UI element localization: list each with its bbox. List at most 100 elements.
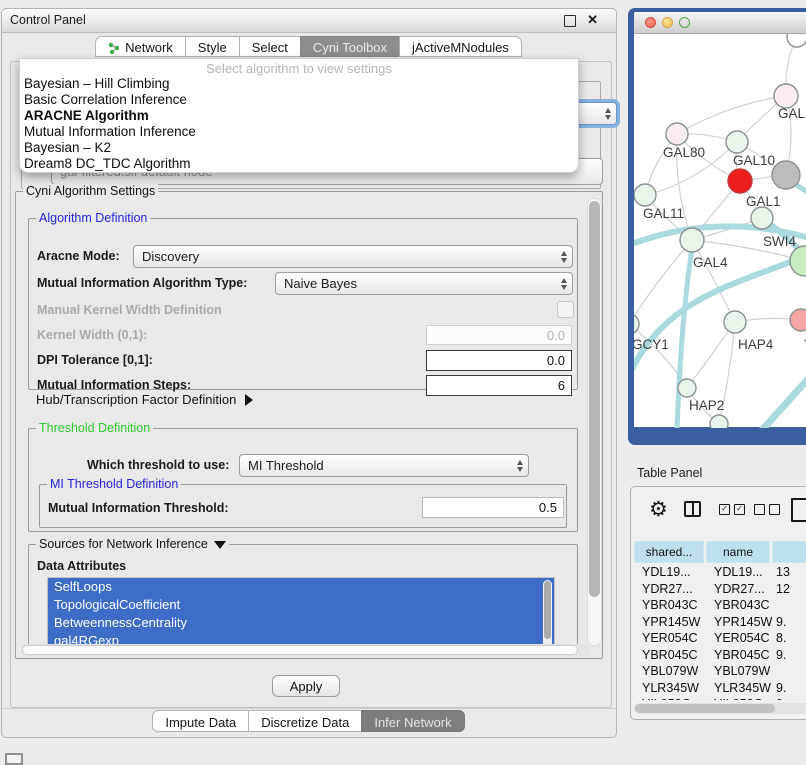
node-swi4[interactable] <box>790 246 806 276</box>
node-gcy1[interactable] <box>634 314 639 334</box>
tab-network[interactable]: Network <box>95 36 186 57</box>
mi-steps-label: Mutual Information Steps: <box>37 378 191 392</box>
table-row[interactable]: YBL079WYBL079W <box>634 663 806 680</box>
tab-select[interactable]: Select <box>239 36 301 57</box>
deselect-all-columns-icon[interactable] <box>754 504 780 515</box>
table-row[interactable]: YER054CYER054C8. <box>634 630 806 647</box>
node-gal11[interactable] <box>634 184 656 206</box>
table-row[interactable]: YBR043CYBR043C <box>634 597 806 614</box>
table-cell: YBR043C <box>634 598 706 612</box>
table-horizontal-scrollbar[interactable] <box>634 703 806 714</box>
column-header[interactable]: name <box>706 541 770 563</box>
dropdown-item-list: Bayesian – Hill ClimbingBasic Correlatio… <box>20 76 578 172</box>
node-hap2[interactable] <box>678 379 696 397</box>
node-label: GAL4 <box>693 255 728 270</box>
dropdown-item[interactable]: Bayesian – K2 <box>20 140 578 156</box>
node-gal1b[interactable] <box>751 207 773 229</box>
tab-label: Style <box>198 40 227 55</box>
tab-label: Cyni Toolbox <box>313 40 387 55</box>
table-row[interactable]: YBR045CYBR045C9. <box>634 647 806 664</box>
kernel-width-field[interactable]: 0.0 <box>426 325 572 345</box>
network-edge[interactable] <box>677 96 786 134</box>
gear-icon[interactable]: ⚙ <box>649 499 668 521</box>
footer-tabbar: Impute DataDiscretize DataInfer Network <box>153 710 464 732</box>
table-cell: YBR045C <box>706 648 772 662</box>
node-hap4[interactable] <box>724 311 746 333</box>
tab-cyni-toolbox[interactable]: Cyni Toolbox <box>300 36 400 57</box>
zoom-button[interactable] <box>679 17 690 28</box>
dpi-tolerance-field[interactable]: 0.0 <box>426 350 572 371</box>
group-title: Cyni Algorithm Settings <box>23 184 158 198</box>
network-window-titlebar <box>634 12 806 34</box>
dropdown-item[interactable]: Bayesian – Hill Climbing <box>20 76 578 92</box>
network-canvas[interactable]: GALGAL80GAL10GAL1GAL11SWI4GAL4GCY1HAP4YH… <box>634 34 806 428</box>
table-row[interactable]: YPR145WYPR145W9. <box>634 614 806 631</box>
dropdown-item[interactable]: Basic Correlation Inference <box>20 92 578 108</box>
mi-steps-field[interactable]: 6 <box>426 375 572 396</box>
float-window-icon[interactable] <box>564 15 576 27</box>
expand-arrow-icon <box>245 394 253 406</box>
which-threshold-combo[interactable]: MI Threshold <box>239 454 529 477</box>
close-icon[interactable]: ✕ <box>587 12 598 28</box>
data-attributes-list[interactable]: SelfLoopsTopologicalCoefficientBetweenne… <box>47 577 555 653</box>
mi-threshold-definition-group: MI Threshold Definition Mutual Informati… <box>39 484 567 528</box>
table-row[interactable]: YIL052CYIL052C9 <box>634 696 806 700</box>
table-cell: YBL079W <box>634 664 706 678</box>
node-gal-pink[interactable] <box>774 84 798 108</box>
node-salmon[interactable] <box>790 309 806 331</box>
apply-button[interactable]: Apply <box>272 675 340 697</box>
table-row[interactable]: YDL19...YDL19...13 <box>634 564 806 581</box>
footer-tab-impute-data[interactable]: Impute Data <box>152 710 249 732</box>
table-cell: YLR345W <box>706 681 772 695</box>
settings-vertical-scrollbar[interactable] <box>587 198 602 646</box>
tab-jactivemnodules[interactable]: jActiveMNodules <box>399 36 522 57</box>
node-label: GCY1 <box>634 337 669 352</box>
list-scrollbar[interactable] <box>543 580 552 648</box>
table-row[interactable]: YLR345WYLR345W9. <box>634 680 806 697</box>
node-label: GAL11 <box>643 206 684 221</box>
footer-tab-infer-network[interactable]: Infer Network <box>361 710 464 732</box>
close-button[interactable] <box>645 17 656 28</box>
sources-group: Sources for Network Inference Data Attri… <box>28 544 578 656</box>
aracne-mode-combo[interactable]: Discovery <box>133 245 573 268</box>
collapse-arrow-icon[interactable] <box>214 541 226 549</box>
column-header[interactable]: shared... <box>634 541 704 563</box>
columns-icon[interactable] <box>684 501 701 517</box>
node-top[interactable] <box>787 34 806 47</box>
mi-algorithm-type-combo[interactable]: Naive Bayes <box>275 272 573 295</box>
node-gal1[interactable] <box>728 169 752 193</box>
attribute-item[interactable]: TopologicalCoefficient <box>48 596 554 614</box>
node-label: GAL1 <box>746 194 781 209</box>
attribute-item[interactable]: SelfLoops <box>48 578 554 596</box>
node-gray[interactable] <box>772 161 800 189</box>
table-rows: YDL19...YDL19...13YDR27...YDR27...12YBR0… <box>634 564 806 700</box>
hub-definition-expander[interactable]: Hub/Transcription Factor Definition <box>36 392 253 407</box>
node-gal4[interactable] <box>680 228 704 252</box>
settings-horizontal-scrollbar[interactable] <box>21 644 591 656</box>
dropdown-item[interactable]: Mutual Information Inference <box>20 124 578 140</box>
group-title: Algorithm Definition <box>36 211 150 225</box>
combo-arrows-icon <box>556 251 572 263</box>
manual-kernel-checkbox[interactable] <box>557 301 574 318</box>
attribute-item[interactable]: BetweennessCentrality <box>48 614 554 632</box>
node-label: GAL80 <box>663 145 705 160</box>
mi-threshold-field[interactable]: 0.5 <box>422 497 564 518</box>
network-edge[interactable] <box>692 240 735 322</box>
node-gal80[interactable] <box>666 123 688 145</box>
panel-title: Control Panel <box>10 13 86 27</box>
table-cell: YPR145W <box>706 615 772 629</box>
export-table-icon[interactable] <box>791 498 806 522</box>
dropdown-item[interactable]: ARACNE Algorithm <box>20 108 578 124</box>
network-icon <box>108 42 120 54</box>
dropdown-item[interactable]: Dream8 DC_TDC Algorithm <box>20 156 578 172</box>
tab-style[interactable]: Style <box>185 36 240 57</box>
node-gal10[interactable] <box>726 131 748 153</box>
select-all-columns-icon[interactable]: ✓✓ <box>719 504 745 515</box>
network-edge-highlighted[interactable] <box>762 370 806 428</box>
minimize-button[interactable] <box>662 17 673 28</box>
node-bottom[interactable] <box>710 415 728 428</box>
table-row[interactable]: YDR27...YDR27...12 <box>634 581 806 598</box>
footer-tab-discretize-data[interactable]: Discretize Data <box>248 710 362 732</box>
combo-arrows-icon <box>556 278 572 290</box>
column-header[interactable] <box>772 541 806 563</box>
